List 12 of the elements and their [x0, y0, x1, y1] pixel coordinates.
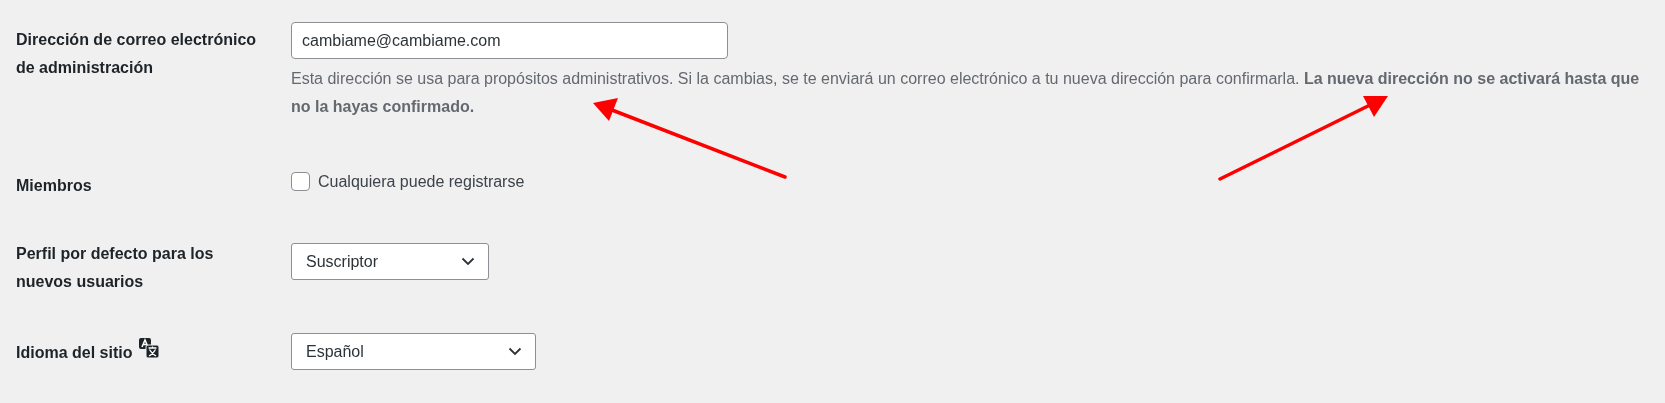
- dropdown[interactable]: Suscriptor: [291, 243, 489, 280]
- checkbox[interactable]: [291, 172, 310, 191]
- chevron-down-icon: [461, 257, 475, 266]
- field-label: Miembros: [16, 176, 93, 196]
- checkbox-label[interactable]: Cualquiera puede registrarse: [318, 172, 525, 191]
- field-label: Perfil por defecto para los nuevos usuarios: [16, 244, 215, 292]
- dropdown[interactable]: Español: [291, 333, 536, 370]
- field-label: Idioma del sitio: [16, 343, 133, 363]
- field-description: Esta dirección se usa para propósitos administrativos. Si la cambias, se te enviará un correo electrónico a tu nueva dirección para confirmarla. La nueva dirección no se activará hasta que no la hayas confirmado.: [291, 69, 1641, 117]
- field-label: Dirección de correo electrónico de administración: [16, 30, 258, 78]
- chevron-down-icon: [508, 347, 522, 356]
- email-field[interactable]: cambiame@cambiame.com: [291, 22, 728, 59]
